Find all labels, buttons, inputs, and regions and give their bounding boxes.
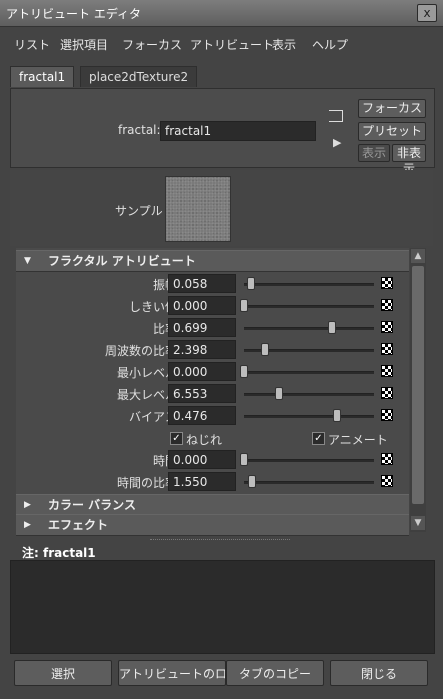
hide-button[interactable]: 非表示 (392, 144, 426, 176)
node-tabs: fractal1 place2dTexture2 (10, 66, 435, 88)
animate-label: アニメート (328, 433, 388, 447)
attribute-slider[interactable] (244, 393, 374, 396)
attribute-slider[interactable] (244, 327, 374, 330)
load-attributes-button[interactable]: アトリビュートのロー (118, 660, 226, 686)
section-fractal-attributes[interactable]: ▼ フラクタル アトリビュート (16, 250, 409, 272)
sample-label: サンプル (115, 204, 163, 218)
attribute-slider[interactable] (244, 305, 374, 308)
input-connection-icon[interactable] (329, 110, 343, 122)
slider-thumb[interactable] (333, 409, 341, 422)
tab-fractal1[interactable]: fractal1 (10, 66, 75, 87)
twist-checkbox[interactable]: ✓ (170, 432, 183, 445)
section-effects[interactable]: ▶ エフェクト (16, 514, 409, 536)
attribute-row: 振幅 0.058 (16, 273, 409, 295)
attribute-row: バイアス 0.476 (16, 405, 409, 427)
twist-label: ねじれ (186, 433, 223, 447)
attribute-value-field[interactable]: 0.476 (168, 406, 236, 425)
panel-scrollbar[interactable]: ▲ ▼ (410, 248, 426, 532)
slider-thumb[interactable] (247, 277, 255, 290)
attribute-slider[interactable] (244, 415, 374, 418)
attribute-slider[interactable] (244, 371, 374, 374)
map-texture-icon[interactable] (381, 387, 393, 399)
select-button[interactable]: 選択 (14, 660, 112, 686)
node-name-field[interactable]: fractal1 (160, 121, 316, 141)
animate-checkbox[interactable]: ✓ (312, 432, 325, 445)
map-texture-icon[interactable] (381, 409, 393, 421)
close-icon[interactable]: x (417, 4, 437, 22)
attribute-slider[interactable] (244, 481, 374, 484)
menu-list[interactable]: リスト (14, 36, 50, 53)
slider-thumb[interactable] (275, 387, 283, 400)
attribute-value-field[interactable]: 0.699 (168, 318, 236, 337)
slider-thumb[interactable] (328, 321, 336, 334)
section-title: カラー バランス (48, 498, 136, 512)
sample-swatch[interactable] (165, 176, 231, 242)
attribute-value-field[interactable]: 0.000 (168, 296, 236, 315)
scroll-thumb[interactable] (412, 266, 424, 504)
focus-button[interactable]: フォーカス (358, 99, 426, 118)
map-texture-icon[interactable] (381, 365, 393, 377)
section-title: フラクタル アトリビュート (48, 254, 196, 268)
window-title: アトリビュート エディタ (6, 7, 141, 21)
map-texture-icon[interactable] (381, 321, 393, 333)
show-button[interactable]: 表示 (358, 144, 390, 162)
attribute-row: 時間 0.000 (16, 449, 409, 471)
output-connection-icon[interactable]: ▶ (333, 136, 341, 149)
node-name-label: fractal: (118, 123, 161, 137)
section-color-balance[interactable]: ▶ カラー バランス (16, 494, 409, 516)
menu-selected[interactable]: 選択項目 (60, 36, 108, 53)
attribute-row: 周波数の比率 2.398 (16, 339, 409, 361)
attribute-slider[interactable] (244, 283, 374, 286)
menu-help[interactable]: ヘルプ (312, 36, 348, 53)
map-texture-icon[interactable] (381, 475, 393, 487)
expand-triangle-icon: ▶ (24, 500, 31, 510)
attribute-slider[interactable] (244, 459, 374, 462)
slider-thumb[interactable] (240, 453, 248, 466)
attribute-row: 比率 0.699 (16, 317, 409, 339)
section-title: エフェクト (48, 518, 109, 532)
attribute-value-field[interactable]: 6.553 (168, 384, 236, 403)
slider-thumb[interactable] (240, 365, 248, 378)
close-button[interactable]: 閉じる (330, 660, 428, 686)
map-texture-icon[interactable] (381, 453, 393, 465)
attribute-row: しきい値 0.000 (16, 295, 409, 317)
slider-thumb[interactable] (240, 299, 248, 312)
attribute-row: 最大レベル 6.553 (16, 383, 409, 405)
attribute-value-field[interactable]: 1.550 (168, 472, 236, 491)
scroll-up-icon[interactable]: ▲ (411, 249, 425, 263)
checkbox-row: ✓ ねじれ ✓ アニメート (16, 428, 409, 450)
expand-triangle-icon: ▶ (24, 520, 31, 530)
menu-bar: リスト 選択項目 フォーカス アトリビュート 表示 ヘルプ (6, 30, 437, 56)
attribute-row: 最小レベル 0.000 (16, 361, 409, 383)
attribute-value-field[interactable]: 0.058 (168, 274, 236, 293)
preset-button[interactable]: プリセット (358, 122, 426, 141)
tab-place2dtexture2[interactable]: place2dTexture2 (80, 66, 198, 87)
copy-tab-button[interactable]: タブのコピー (226, 660, 324, 686)
map-texture-icon[interactable] (381, 299, 393, 311)
slider-thumb[interactable] (261, 343, 269, 356)
notes-label: 注: fractal1 (22, 546, 96, 560)
map-texture-icon[interactable] (381, 343, 393, 355)
menu-focus[interactable]: フォーカス (122, 36, 182, 53)
attribute-row: 時間の比率 1.550 (16, 471, 409, 493)
attribute-label: 周波数の比率 (104, 344, 177, 358)
map-texture-icon[interactable] (381, 277, 393, 289)
attribute-value-field[interactable]: 2.398 (168, 340, 236, 359)
notes-field[interactable] (10, 560, 435, 654)
scroll-down-icon[interactable]: ▼ (411, 516, 425, 530)
menu-show[interactable]: 表示 (272, 36, 296, 53)
pane-splitter[interactable] (150, 539, 290, 544)
attribute-value-field[interactable]: 0.000 (168, 362, 236, 381)
title-bar: アトリビュート エディタ x (0, 0, 443, 27)
collapse-triangle-icon: ▼ (24, 256, 31, 266)
slider-thumb[interactable] (248, 475, 256, 488)
attribute-value-field[interactable]: 0.000 (168, 450, 236, 469)
menu-attributes[interactable]: アトリビュート (190, 36, 274, 53)
